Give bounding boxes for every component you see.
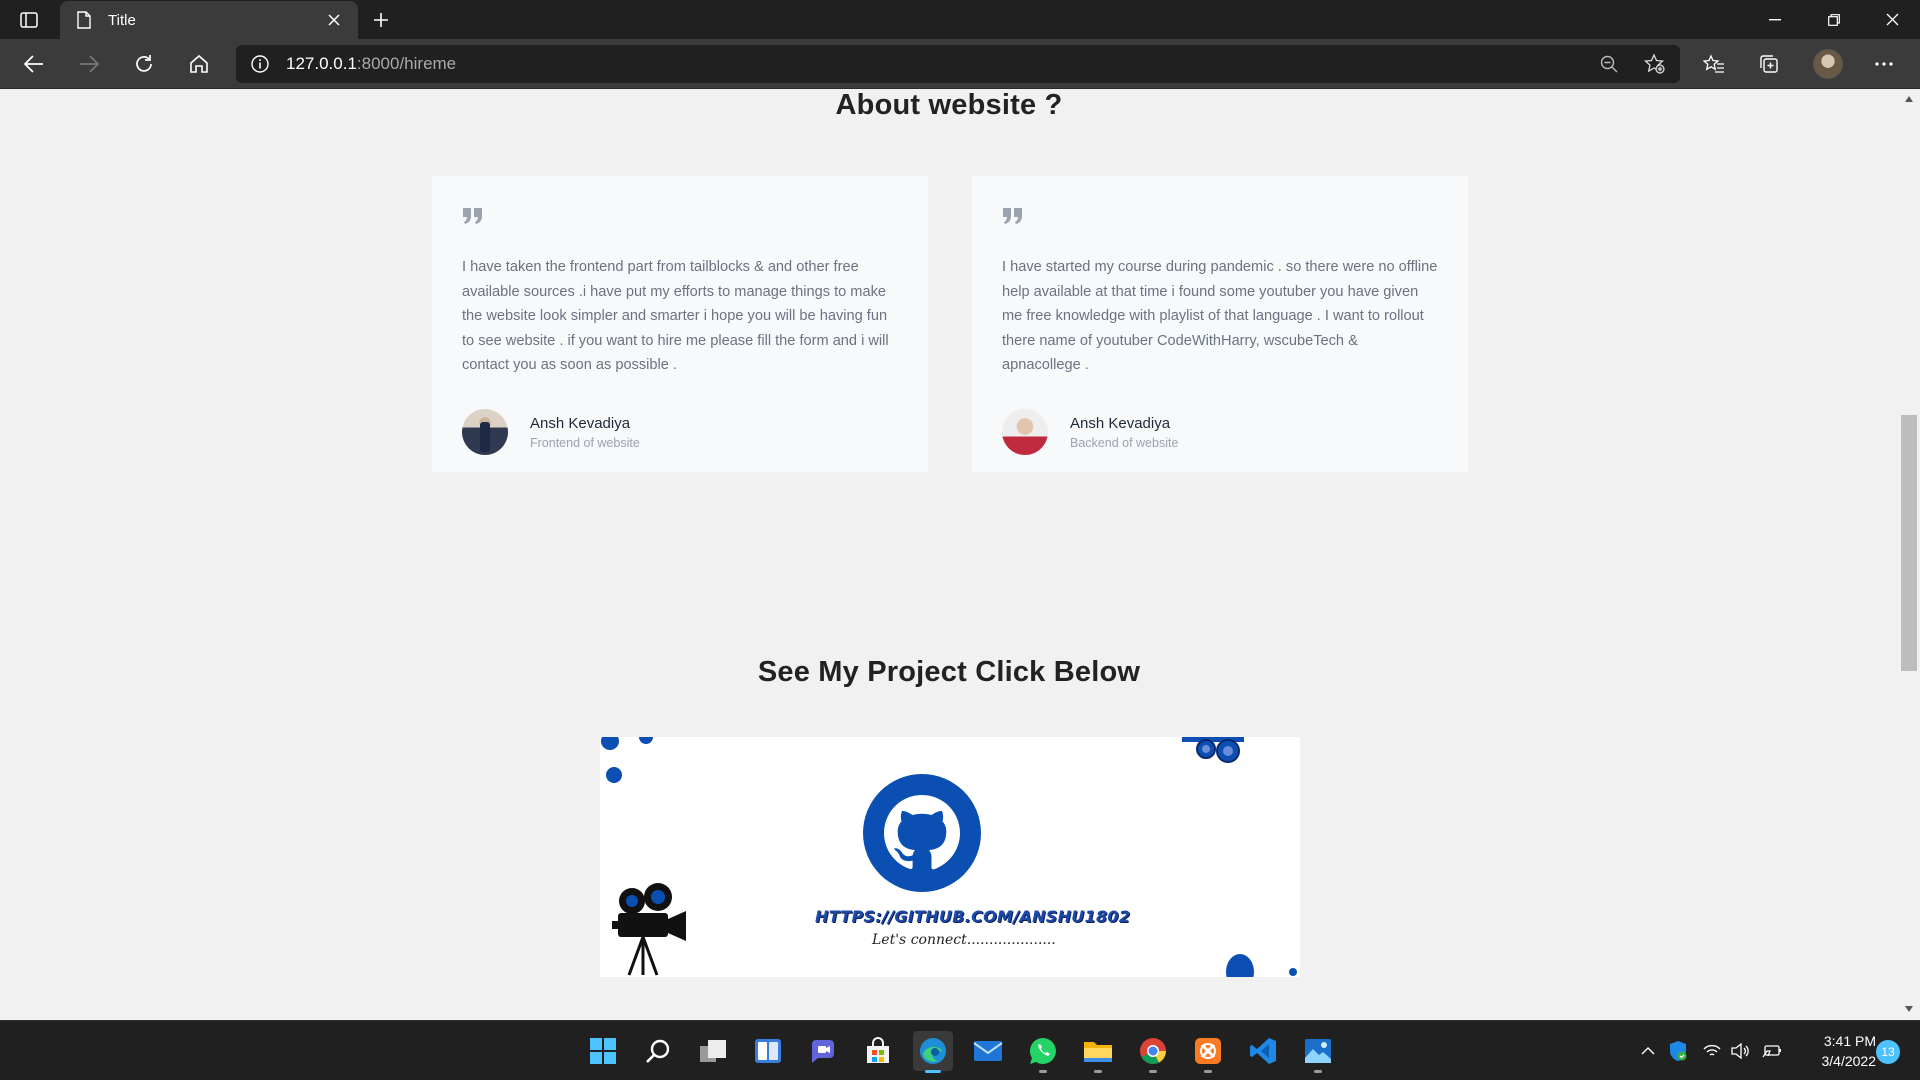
url-path: :8000/hireme [356, 54, 457, 73]
testimonial-text: I have taken the frontend part from tail… [462, 259, 889, 373]
new-tab-button[interactable] [366, 6, 396, 34]
address-bar[interactable]: 127.0.0.1:8000/hireme [236, 45, 1680, 83]
favorites-button[interactable] [1696, 47, 1732, 81]
notification-badge[interactable]: 13 [1876, 1040, 1900, 1064]
windows-taskbar: 3:41 PM 3/4/2022 13 [0, 1020, 1920, 1080]
author-avatar [1002, 409, 1048, 455]
scroll-down-arrow-icon[interactable] [1903, 1003, 1915, 1015]
whatsapp-icon[interactable] [1023, 1031, 1063, 1073]
github-logo-icon [863, 774, 981, 892]
tab-title: Title [108, 11, 136, 29]
testimonial-card: I have taken the frontend part from tail… [432, 176, 928, 472]
more-menu-button[interactable] [1866, 47, 1902, 81]
minimize-button[interactable] [1747, 0, 1803, 39]
quote-icon [463, 208, 482, 224]
web-page: About website ? I have taken the fronten… [0, 89, 1898, 1020]
task-view-icon[interactable] [693, 1031, 733, 1071]
author-avatar [462, 409, 508, 455]
mail-icon[interactable] [968, 1031, 1008, 1071]
running-indicator [1314, 1070, 1322, 1073]
movie-camera-icon [612, 883, 686, 976]
testimonial-text: I have started my course during pandemic… [1002, 259, 1438, 373]
start-button[interactable] [583, 1031, 623, 1071]
file-explorer-icon[interactable] [1078, 1031, 1118, 1073]
document-icon [74, 10, 94, 30]
github-url-text[interactable]: HTTPS://GITHUB.COM/ANSHU1802 [815, 907, 1130, 926]
page-scrollbar[interactable] [1898, 89, 1920, 1020]
tab-actions-icon[interactable] [14, 8, 44, 32]
about-title: About website ? [835, 89, 1063, 121]
widgets-icon[interactable] [748, 1031, 788, 1071]
forward-button[interactable] [71, 47, 107, 81]
testimonial-author: Ansh Kevadiya Frontend of website [462, 409, 898, 455]
photos-icon[interactable] [1298, 1031, 1338, 1073]
active-indicator [925, 1070, 941, 1073]
quote-icon [1003, 208, 1022, 224]
running-indicator [1094, 1070, 1102, 1073]
running-indicator [1204, 1070, 1212, 1073]
edge-browser-icon[interactable] [913, 1031, 953, 1073]
wifi-icon[interactable] [1700, 1039, 1724, 1063]
author-role: Frontend of website [530, 435, 640, 450]
refresh-button[interactable] [126, 47, 162, 81]
xampp-icon[interactable] [1188, 1031, 1228, 1073]
close-window-button[interactable] [1864, 0, 1920, 39]
battery-icon[interactable] [1760, 1039, 1784, 1063]
browser-toolbar: 127.0.0.1:8000/hireme [0, 39, 1920, 89]
teams-chat-icon[interactable] [803, 1031, 843, 1071]
project-title: See My Project Click Below [757, 656, 1141, 688]
testimonial-author: Ansh Kevadiya Backend of website [1002, 409, 1438, 455]
browser-tab[interactable]: Title [60, 1, 358, 39]
scroll-up-arrow-icon[interactable] [1903, 93, 1915, 105]
chrome-icon[interactable] [1133, 1031, 1173, 1073]
home-button[interactable] [181, 47, 217, 81]
show-hidden-icons-icon[interactable] [1636, 1039, 1660, 1063]
site-info-icon[interactable] [250, 54, 270, 74]
author-role: Backend of website [1070, 435, 1179, 450]
tab-close-icon[interactable] [324, 10, 344, 30]
clock-time: 3:41 PM [1823, 1033, 1876, 1049]
running-indicator [1149, 1070, 1157, 1073]
url-host: 127.0.0.1 [286, 54, 357, 73]
testimonial-card: I have started my course during pandemic… [972, 176, 1468, 472]
profile-avatar[interactable] [1813, 49, 1843, 79]
defender-shield-icon[interactable] [1666, 1039, 1690, 1063]
running-indicator [1039, 1070, 1047, 1073]
clock-date: 3/4/2022 [1821, 1053, 1877, 1069]
author-name: Ansh Kevadiya [1070, 414, 1171, 432]
volume-icon[interactable] [1728, 1039, 1752, 1063]
scroll-thumb[interactable] [1901, 415, 1917, 671]
vscode-icon[interactable] [1243, 1031, 1283, 1071]
collections-button[interactable] [1751, 47, 1787, 81]
add-favorite-icon[interactable] [1644, 53, 1666, 75]
search-taskbar-icon[interactable] [638, 1031, 678, 1071]
restore-button[interactable] [1806, 0, 1862, 39]
back-button[interactable] [16, 47, 52, 81]
github-project-banner[interactable]: HTTPS://GITHUB.COM/ANSHU1802 Let's conne… [600, 737, 1300, 977]
system-clock[interactable]: 3:41 PM 3/4/2022 [1796, 1031, 1877, 1071]
browser-tab-bar: Title [0, 0, 1920, 39]
lets-connect-text: Let's connect.................... [872, 932, 1056, 948]
zoom-out-icon[interactable] [1598, 53, 1620, 75]
author-name: Ansh Kevadiya [530, 414, 631, 432]
microsoft-store-icon[interactable] [858, 1031, 898, 1071]
